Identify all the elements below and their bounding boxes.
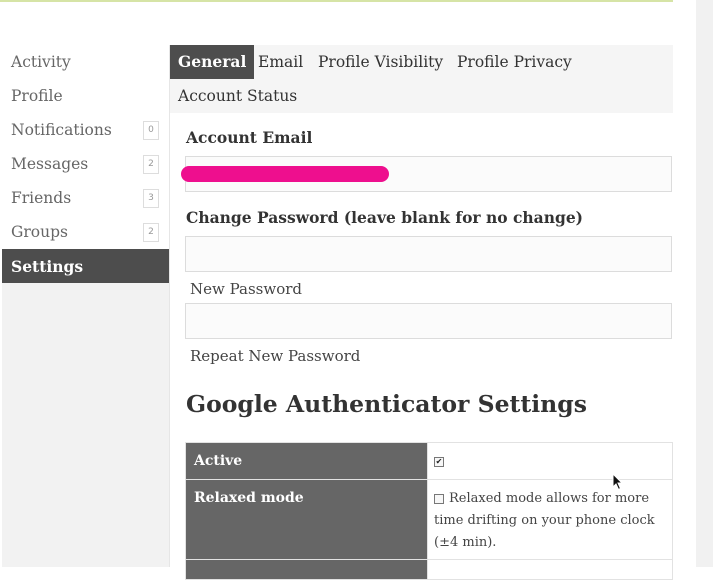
table-row (185, 559, 673, 580)
sidebar-item-label: Groups (11, 223, 68, 241)
sidebar-item-friends[interactable]: Friends 3 (2, 181, 169, 215)
tab-account-status[interactable]: Account Status (170, 79, 305, 113)
tab-profile-visibility[interactable]: Profile Visibility (310, 45, 451, 79)
setting-value: ✔ (427, 442, 673, 480)
top-accent-bar (0, 0, 673, 2)
tab-profile-privacy[interactable]: Profile Privacy (449, 45, 580, 79)
sidebar-item-messages[interactable]: Messages 2 (2, 147, 169, 181)
sidebar-item-label: Profile (11, 87, 63, 105)
page-scrollbar-track[interactable] (696, 0, 713, 567)
sidebar-item-label: Messages (11, 155, 89, 173)
change-password-label: Change Password (leave blank for no chan… (186, 208, 584, 227)
sidebar-item-label: Notifications (11, 121, 112, 139)
count-badge: 2 (143, 154, 159, 174)
sidebar-background (2, 283, 169, 567)
tab-email[interactable]: Email (250, 45, 311, 79)
count-badge: 3 (143, 188, 159, 208)
account-email-label: Account Email (186, 128, 313, 147)
mouse-cursor-icon (612, 473, 624, 491)
sidebar-item-groups[interactable]: Groups 2 (2, 215, 169, 249)
count-badge: 0 (143, 120, 159, 140)
sidebar-item-label: Friends (11, 189, 72, 207)
active-checkbox[interactable]: ✔ (434, 456, 444, 467)
setting-value: Relaxed mode allows for more time drifti… (427, 479, 673, 560)
content-divider (169, 45, 170, 567)
settings-tabs: General Email Profile Visibility Profile… (170, 45, 673, 113)
settings-sidebar: Activity Profile Notifications 0 Message… (2, 45, 169, 283)
repeat-password-hint: Repeat New Password (190, 347, 361, 365)
table-row: Relaxed mode Relaxed mode allows for mor… (185, 479, 673, 560)
repeat-password-field[interactable] (185, 303, 672, 339)
setting-key (185, 559, 428, 580)
sidebar-item-activity[interactable]: Activity (2, 45, 169, 79)
table-row: Active ✔ (185, 442, 673, 480)
new-password-hint: New Password (190, 280, 303, 298)
relaxed-mode-checkbox[interactable] (434, 493, 444, 504)
setting-key: Active (185, 442, 428, 480)
setting-description: Relaxed mode allows for more time drifti… (434, 491, 655, 550)
setting-value (427, 559, 673, 580)
google-auth-title: Google Authenticator Settings (186, 390, 587, 418)
redaction-mark (181, 166, 389, 182)
new-password-field[interactable] (185, 236, 672, 272)
sidebar-item-profile[interactable]: Profile (2, 79, 169, 113)
count-badge: 2 (143, 222, 159, 242)
google-auth-settings-table: Active ✔ Relaxed mode Relaxed mode allow… (185, 442, 673, 580)
sidebar-item-label: Activity (11, 53, 71, 71)
tab-general[interactable]: General (170, 45, 255, 79)
sidebar-item-settings[interactable]: Settings (2, 249, 169, 283)
sidebar-item-notifications[interactable]: Notifications 0 (2, 113, 169, 147)
setting-key: Relaxed mode (185, 479, 428, 560)
sidebar-item-label: Settings (11, 256, 84, 276)
